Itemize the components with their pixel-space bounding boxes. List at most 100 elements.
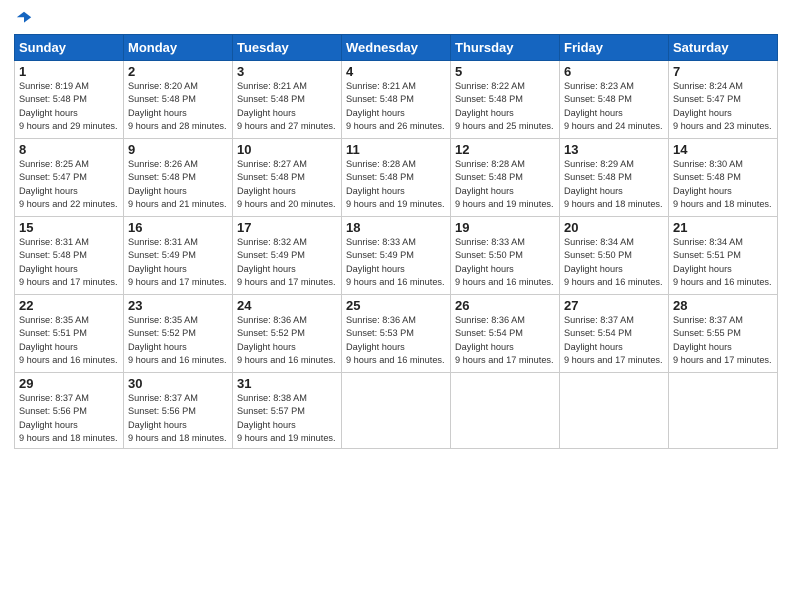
day-number: 25 [346,298,446,313]
calendar-day-cell: 29 Sunrise: 8:37 AMSunset: 5:56 PMDaylig… [15,373,124,449]
day-number: 24 [237,298,337,313]
day-number: 6 [564,64,664,79]
calendar-day-cell: 7 Sunrise: 8:24 AMSunset: 5:47 PMDayligh… [669,61,778,139]
calendar-day-cell [451,373,560,449]
calendar-week-row: 15 Sunrise: 8:31 AMSunset: 5:48 PMDaylig… [15,217,778,295]
calendar-day-cell: 22 Sunrise: 8:35 AMSunset: 5:51 PMDaylig… [15,295,124,373]
calendar-day-cell [560,373,669,449]
day-number: 8 [19,142,119,157]
day-number: 5 [455,64,555,79]
logo [14,10,33,28]
day-number: 30 [128,376,228,391]
calendar-week-row: 22 Sunrise: 8:35 AMSunset: 5:51 PMDaylig… [15,295,778,373]
calendar-week-row: 8 Sunrise: 8:25 AMSunset: 5:47 PMDayligh… [15,139,778,217]
day-info: Sunrise: 8:37 AMSunset: 5:56 PMDaylight … [128,393,227,443]
calendar-day-cell: 31 Sunrise: 8:38 AMSunset: 5:57 PMDaylig… [233,373,342,449]
day-info: Sunrise: 8:37 AMSunset: 5:54 PMDaylight … [564,315,663,365]
day-info: Sunrise: 8:27 AMSunset: 5:48 PMDaylight … [237,159,336,209]
calendar-day-cell: 13 Sunrise: 8:29 AMSunset: 5:48 PMDaylig… [560,139,669,217]
day-number: 22 [19,298,119,313]
calendar-header-saturday: Saturday [669,35,778,61]
day-number: 4 [346,64,446,79]
day-number: 26 [455,298,555,313]
day-info: Sunrise: 8:19 AMSunset: 5:48 PMDaylight … [19,81,118,131]
calendar-day-cell: 21 Sunrise: 8:34 AMSunset: 5:51 PMDaylig… [669,217,778,295]
day-number: 13 [564,142,664,157]
calendar-week-row: 29 Sunrise: 8:37 AMSunset: 5:56 PMDaylig… [15,373,778,449]
calendar-day-cell: 23 Sunrise: 8:35 AMSunset: 5:52 PMDaylig… [124,295,233,373]
calendar-day-cell: 17 Sunrise: 8:32 AMSunset: 5:49 PMDaylig… [233,217,342,295]
day-info: Sunrise: 8:36 AMSunset: 5:54 PMDaylight … [455,315,554,365]
calendar-day-cell: 30 Sunrise: 8:37 AMSunset: 5:56 PMDaylig… [124,373,233,449]
calendar-day-cell: 25 Sunrise: 8:36 AMSunset: 5:53 PMDaylig… [342,295,451,373]
day-info: Sunrise: 8:23 AMSunset: 5:48 PMDaylight … [564,81,663,131]
calendar-header-monday: Monday [124,35,233,61]
day-number: 31 [237,376,337,391]
calendar-table: SundayMondayTuesdayWednesdayThursdayFrid… [14,34,778,449]
day-info: Sunrise: 8:28 AMSunset: 5:48 PMDaylight … [455,159,554,209]
calendar-day-cell: 8 Sunrise: 8:25 AMSunset: 5:47 PMDayligh… [15,139,124,217]
day-info: Sunrise: 8:38 AMSunset: 5:57 PMDaylight … [237,393,336,443]
page-container: SundayMondayTuesdayWednesdayThursdayFrid… [0,0,792,459]
calendar-header-thursday: Thursday [451,35,560,61]
day-info: Sunrise: 8:26 AMSunset: 5:48 PMDaylight … [128,159,227,209]
calendar-day-cell: 14 Sunrise: 8:30 AMSunset: 5:48 PMDaylig… [669,139,778,217]
day-number: 3 [237,64,337,79]
day-number: 27 [564,298,664,313]
calendar-day-cell: 2 Sunrise: 8:20 AMSunset: 5:48 PMDayligh… [124,61,233,139]
day-info: Sunrise: 8:37 AMSunset: 5:56 PMDaylight … [19,393,118,443]
calendar-header-wednesday: Wednesday [342,35,451,61]
calendar-day-cell: 12 Sunrise: 8:28 AMSunset: 5:48 PMDaylig… [451,139,560,217]
day-info: Sunrise: 8:33 AMSunset: 5:49 PMDaylight … [346,237,445,287]
day-info: Sunrise: 8:29 AMSunset: 5:48 PMDaylight … [564,159,663,209]
day-info: Sunrise: 8:34 AMSunset: 5:50 PMDaylight … [564,237,663,287]
day-info: Sunrise: 8:30 AMSunset: 5:48 PMDaylight … [673,159,772,209]
calendar-header-row: SundayMondayTuesdayWednesdayThursdayFrid… [15,35,778,61]
calendar-header-friday: Friday [560,35,669,61]
logo-flag-icon [15,10,33,28]
day-number: 29 [19,376,119,391]
day-number: 9 [128,142,228,157]
day-number: 21 [673,220,773,235]
calendar-day-cell: 3 Sunrise: 8:21 AMSunset: 5:48 PMDayligh… [233,61,342,139]
calendar-day-cell: 1 Sunrise: 8:19 AMSunset: 5:48 PMDayligh… [15,61,124,139]
calendar-day-cell: 9 Sunrise: 8:26 AMSunset: 5:48 PMDayligh… [124,139,233,217]
day-number: 7 [673,64,773,79]
logo-text [14,10,33,28]
calendar-day-cell: 19 Sunrise: 8:33 AMSunset: 5:50 PMDaylig… [451,217,560,295]
calendar-day-cell: 11 Sunrise: 8:28 AMSunset: 5:48 PMDaylig… [342,139,451,217]
header [14,10,778,28]
day-number: 11 [346,142,446,157]
calendar-day-cell [342,373,451,449]
calendar-day-cell: 24 Sunrise: 8:36 AMSunset: 5:52 PMDaylig… [233,295,342,373]
calendar-day-cell: 10 Sunrise: 8:27 AMSunset: 5:48 PMDaylig… [233,139,342,217]
day-number: 23 [128,298,228,313]
day-info: Sunrise: 8:24 AMSunset: 5:47 PMDaylight … [673,81,772,131]
calendar-day-cell: 5 Sunrise: 8:22 AMSunset: 5:48 PMDayligh… [451,61,560,139]
calendar-day-cell: 15 Sunrise: 8:31 AMSunset: 5:48 PMDaylig… [15,217,124,295]
day-number: 10 [237,142,337,157]
day-number: 28 [673,298,773,313]
calendar-day-cell [669,373,778,449]
day-info: Sunrise: 8:21 AMSunset: 5:48 PMDaylight … [237,81,336,131]
calendar-day-cell: 28 Sunrise: 8:37 AMSunset: 5:55 PMDaylig… [669,295,778,373]
day-number: 2 [128,64,228,79]
day-number: 18 [346,220,446,235]
calendar-header-tuesday: Tuesday [233,35,342,61]
day-info: Sunrise: 8:20 AMSunset: 5:48 PMDaylight … [128,81,227,131]
calendar-day-cell: 18 Sunrise: 8:33 AMSunset: 5:49 PMDaylig… [342,217,451,295]
calendar-week-row: 1 Sunrise: 8:19 AMSunset: 5:48 PMDayligh… [15,61,778,139]
day-info: Sunrise: 8:37 AMSunset: 5:55 PMDaylight … [673,315,772,365]
day-info: Sunrise: 8:36 AMSunset: 5:53 PMDaylight … [346,315,445,365]
calendar-header-sunday: Sunday [15,35,124,61]
day-info: Sunrise: 8:33 AMSunset: 5:50 PMDaylight … [455,237,554,287]
day-number: 1 [19,64,119,79]
day-info: Sunrise: 8:21 AMSunset: 5:48 PMDaylight … [346,81,445,131]
day-number: 20 [564,220,664,235]
calendar-day-cell: 4 Sunrise: 8:21 AMSunset: 5:48 PMDayligh… [342,61,451,139]
day-number: 16 [128,220,228,235]
calendar-day-cell: 6 Sunrise: 8:23 AMSunset: 5:48 PMDayligh… [560,61,669,139]
day-info: Sunrise: 8:25 AMSunset: 5:47 PMDaylight … [19,159,118,209]
day-info: Sunrise: 8:32 AMSunset: 5:49 PMDaylight … [237,237,336,287]
calendar-day-cell: 26 Sunrise: 8:36 AMSunset: 5:54 PMDaylig… [451,295,560,373]
